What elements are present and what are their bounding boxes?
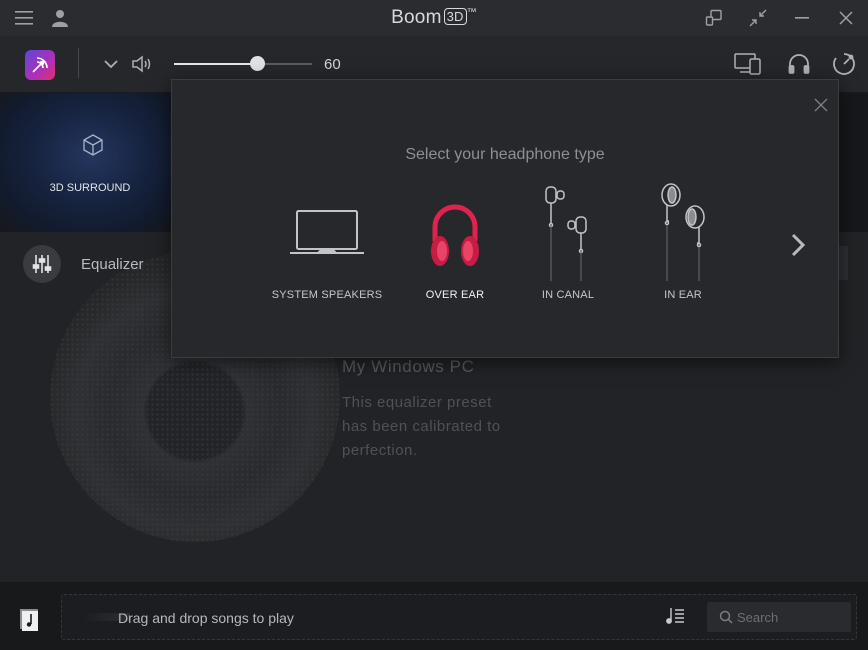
boom-logo-icon[interactable] <box>25 50 55 80</box>
option-in-canal[interactable]: IN CANAL <box>508 186 628 301</box>
minimize-mode-icon[interactable] <box>748 8 768 28</box>
headphone-type-dialog: Select your headphone type SYSTEM SPEAKE… <box>171 79 839 358</box>
cube-icon <box>81 133 105 162</box>
app-badge: 3D <box>443 8 467 25</box>
equalizer-icon[interactable] <box>23 245 61 283</box>
laptop-icon <box>267 190 387 276</box>
in-ear-earbuds-icon <box>623 183 743 281</box>
dialog-title: Select your headphone type <box>405 146 605 163</box>
in-canal-earphones-icon <box>508 186 628 281</box>
equalizer-label[interactable]: Equalizer <box>81 256 144 273</box>
trademark-symbol: ™ <box>466 7 477 18</box>
music-file-icon[interactable] <box>18 609 40 631</box>
volume-slider-thumb[interactable] <box>250 56 265 71</box>
preset-description: This equalizer preset has been calibrate… <box>342 394 501 459</box>
over-ear-headphones-icon <box>395 190 515 276</box>
dialog-close-icon[interactable] <box>814 98 830 114</box>
speaker-icon[interactable] <box>131 54 153 79</box>
drop-zone[interactable]: Drag and drop songs to play <box>61 594 857 640</box>
equalizer-scroll-strip <box>838 246 848 280</box>
chevron-down-icon[interactable] <box>102 55 120 78</box>
headphones-icon[interactable] <box>788 53 810 80</box>
devices-icon[interactable] <box>734 53 762 80</box>
effect-3d-surround-label: 3D SURROUND <box>49 182 131 194</box>
app-name: Boom <box>391 7 442 28</box>
app-title: Boom 3D ™ <box>0 7 868 29</box>
search-box[interactable] <box>707 602 851 632</box>
search-icon <box>719 610 733 629</box>
volume-slider[interactable] <box>174 56 312 71</box>
toolbar-divider <box>78 48 79 78</box>
preset-name: My Windows PC <box>342 357 475 376</box>
volume-value: 60 <box>324 56 341 73</box>
effect-3d-surround[interactable]: 3D SURROUND <box>0 93 180 232</box>
bottom-bar: Drag and drop songs to play <box>0 582 868 650</box>
volume-slider-fill <box>174 63 257 65</box>
playlist-icon[interactable] <box>665 606 685 631</box>
option-label: IN EAR <box>664 289 702 301</box>
remote-icon[interactable] <box>704 8 724 28</box>
timer-icon[interactable] <box>832 52 856 81</box>
option-system-speakers[interactable]: SYSTEM SPEAKERS <box>267 190 387 301</box>
boom3d-window: Boom 3D ™ 60 3D SURROUND Equalizer My Wi… <box>0 0 868 650</box>
close-icon[interactable] <box>836 8 856 28</box>
minimize-icon[interactable] <box>792 8 812 28</box>
title-bar: Boom 3D ™ <box>0 0 868 36</box>
drop-zone-text: Drag and drop songs to play <box>118 610 294 626</box>
chevron-right-icon[interactable] <box>786 230 810 260</box>
option-in-ear[interactable]: IN EAR <box>623 183 743 301</box>
option-over-ear[interactable]: OVER EAR <box>395 190 515 301</box>
search-input[interactable] <box>737 608 842 626</box>
